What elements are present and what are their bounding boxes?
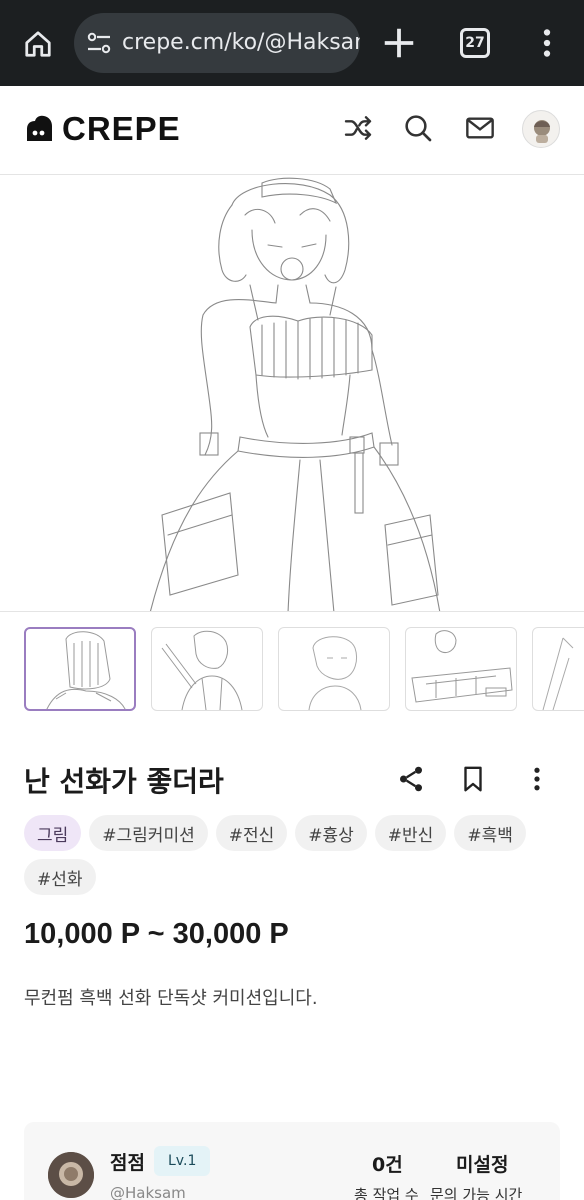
site-logo[interactable]: CREPE — [24, 110, 181, 148]
post-description: 무컨펌 흑백 선화 단독샷 커미션입니다. — [24, 988, 318, 1009]
address-bar[interactable]: crepe.cm/ko/@Haksam — [74, 13, 360, 73]
user-avatar[interactable] — [522, 110, 560, 148]
home-icon — [25, 31, 51, 57]
seller-name[interactable]: 점점 — [110, 1148, 145, 1175]
tab-switcher-button[interactable]: 27 — [460, 28, 490, 58]
search-button[interactable] — [400, 110, 436, 146]
tag-list: 그림 #그림커미션 #전신 #흉상 #반신 #흑백 #선화 — [24, 815, 564, 895]
more-options-icon[interactable] — [522, 764, 552, 794]
crepe-logo-icon — [27, 115, 52, 141]
bookmark-icon[interactable] — [458, 764, 488, 794]
seller-level-badge: Lv.1 — [154, 1146, 211, 1176]
seller-card[interactable]: 점점 Lv.1 @Haksam 0건 총 작업 수 미설정 문의 가능 시간 — [24, 1122, 560, 1200]
tag-item[interactable]: #선화 — [24, 859, 96, 895]
total-works-value: 0건 — [372, 1154, 403, 1176]
url-text: crepe.cm/ko/@Haksam — [122, 30, 360, 55]
tag-item[interactable]: #흉상 — [295, 815, 367, 851]
share-icon[interactable] — [396, 764, 426, 794]
tag-item[interactable]: #전신 — [215, 815, 288, 851]
thumbnail-art — [308, 636, 362, 710]
thumbnail-art — [542, 637, 574, 710]
mail-icon — [466, 117, 494, 139]
tag-item[interactable]: #그림커미션 — [89, 815, 208, 851]
home-button[interactable] — [18, 24, 58, 64]
site-header: CREPE — [0, 86, 584, 174]
plus-icon[interactable] — [380, 24, 418, 62]
tag-item[interactable]: #반신 — [374, 815, 447, 851]
messages-button[interactable] — [462, 110, 498, 146]
thumbnail-3[interactable] — [278, 627, 390, 711]
thumbnail-4[interactable] — [405, 627, 517, 711]
thumbnail-5[interactable] — [532, 627, 584, 711]
seller-avatar[interactable] — [48, 1152, 94, 1198]
inquiry-hours-label: 문의 가능 시간 — [430, 1186, 523, 1200]
more-vert-icon[interactable] — [534, 24, 560, 62]
thumbnail-2[interactable] — [151, 627, 263, 711]
seller-handle: @Haksam — [110, 1184, 186, 1200]
tag-category[interactable]: 그림 — [24, 815, 82, 851]
thumbnail-strip — [24, 627, 584, 711]
tag-item[interactable]: #흑백 — [454, 815, 526, 851]
tune-icon[interactable] — [86, 31, 112, 55]
logo-text: CREPE — [62, 110, 181, 147]
seller-avatar-image — [48, 1152, 94, 1198]
artwork-main-image[interactable] — [0, 174, 584, 612]
thumbnail-art — [411, 630, 513, 703]
thumbnail-art — [46, 631, 126, 709]
price-range: 10,000 P ~ 30,000 P — [24, 918, 289, 950]
thumbnail-1[interactable] — [24, 627, 136, 711]
thumbnail-art — [161, 630, 243, 710]
shuffle-icon — [344, 116, 372, 140]
browser-toolbar: crepe.cm/ko/@Haksam 27 — [0, 0, 584, 86]
total-works-label: 총 작업 수 — [354, 1186, 419, 1200]
search-icon — [405, 115, 432, 142]
shuffle-button[interactable] — [340, 110, 376, 146]
inquiry-hours-value: 미설정 — [456, 1154, 509, 1176]
post-title: 난 선화가 좋더라 — [24, 765, 224, 798]
line-art-illustration — [149, 177, 441, 611]
